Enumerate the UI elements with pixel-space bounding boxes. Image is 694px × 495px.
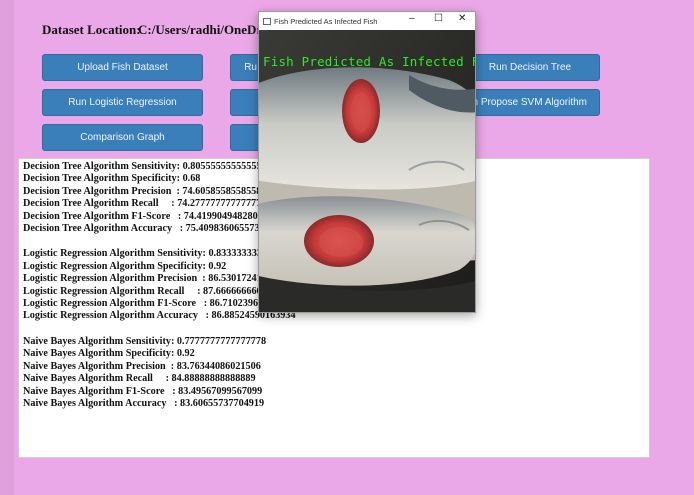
- prediction-caption: Fish Predicted As Infected Fish: [263, 54, 475, 69]
- popup-title: Fish Predicted As Infected Fish: [274, 16, 378, 26]
- maximize-icon[interactable]: ☐: [434, 13, 443, 24]
- minimize-icon[interactable]: –: [409, 13, 415, 24]
- app-window-icon: [263, 17, 271, 25]
- fish-image: Fish Predicted As Infected Fish: [259, 30, 475, 312]
- dataset-location-path: C:/Users/radhi/OneDrive/Desk: [138, 22, 263, 37]
- upload-fish-dataset-button[interactable]: Upload Fish Dataset: [42, 54, 203, 81]
- dataset-location-label: Dataset Location:: [42, 22, 141, 37]
- result-line: Naive Bayes Algorithm Recall : 84.888888…: [23, 373, 256, 385]
- result-line: Naive Bayes Algorithm Accuracy : 83.6065…: [23, 397, 265, 409]
- run-logistic-regression-button[interactable]: Run Logistic Regression: [42, 89, 203, 116]
- result-line: Naive Bayes Algorithm Sensitivity: 0.777…: [23, 335, 267, 347]
- close-icon[interactable]: ✕: [458, 13, 466, 24]
- result-line: Naive Bayes Algorithm F1-Score : 83.4956…: [23, 385, 263, 397]
- result-line: Naive Bayes Algorithm Specificity: 0.92: [23, 348, 195, 360]
- popup-titlebar[interactable]: Fish Predicted As Infected Fish – ☐ ✕: [259, 12, 475, 30]
- comparison-graph-button[interactable]: Comparison Graph: [42, 124, 203, 151]
- main-window: Dataset Location: C:/Users/radhi/OneDriv…: [0, 0, 694, 495]
- window-left-edge: [0, 0, 14, 495]
- fish-photo-illustration: [259, 30, 475, 312]
- prediction-popup-window[interactable]: Fish Predicted As Infected Fish – ☐ ✕ Fi…: [258, 11, 476, 313]
- result-line: Naive Bayes Algorithm Precision : 83.763…: [23, 360, 261, 372]
